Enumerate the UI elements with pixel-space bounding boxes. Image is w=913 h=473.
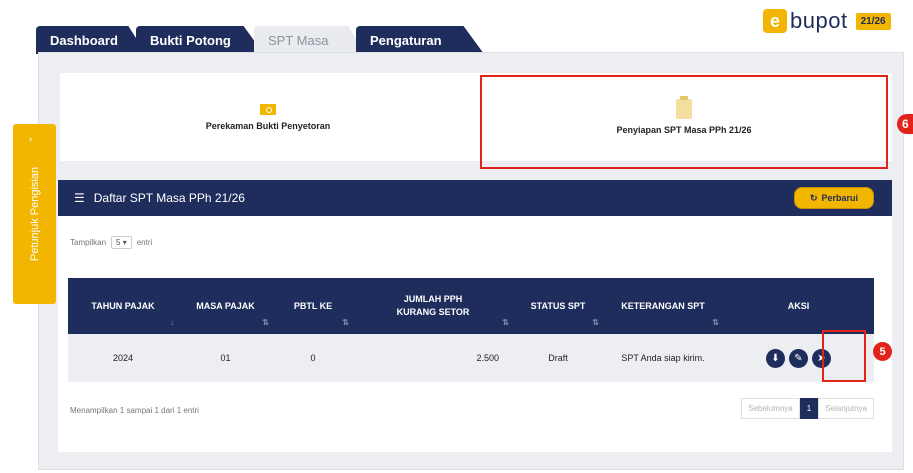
tab-spt-masa[interactable]: SPT Masa	[254, 26, 366, 54]
folder-icon	[260, 103, 276, 115]
table-row: 2024 01 0 2.500 Draft SPT Anda siap kiri…	[68, 334, 874, 382]
table-info: Menampilkan 1 sampai 1 dari 1 entri	[70, 406, 199, 415]
col-jumlah-pph[interactable]: JUMLAH PPH KURANG SETOR ⇅	[353, 278, 513, 334]
cell-pbtl-ke: 0	[310, 353, 316, 363]
show-suffix: entri	[136, 238, 153, 247]
app-logo: e bupot 21/26	[763, 8, 891, 34]
edit-button[interactable]: ✎	[789, 348, 808, 368]
side-tab-label: Petunjuk Pengisian	[28, 166, 41, 262]
logo-text: bupot	[790, 8, 848, 33]
list-title: Daftar SPT Masa PPh 21/26	[93, 191, 245, 205]
step-marker-5: 5	[873, 342, 892, 361]
table-header: TAHUN PAJAK ↓ MASA PAJAK ⇅ PBTL KE ⇅ JUMLAH…	[68, 278, 874, 334]
entries-length-control: Tampilkan 5 ▾ entri	[70, 236, 152, 249]
logo-badge: 21/26	[855, 12, 891, 30]
col-label: TAHUN PAJAK	[91, 300, 155, 311]
col-label: STATUS SPT	[530, 300, 586, 311]
sort-icon: ⇅	[262, 317, 269, 327]
col-label: PBTL KE	[293, 300, 333, 311]
cell-masa-pajak: 01	[220, 353, 231, 363]
cell-status-spt: Draft	[548, 353, 568, 363]
refresh-icon: ↻	[809, 192, 818, 203]
sort-icon: ↓	[170, 317, 174, 327]
col-label: MASA PAJAK	[196, 300, 255, 311]
sort-icon: ⇅	[592, 317, 599, 327]
pagination: Sebelumnya 1 Selanjutnya	[741, 398, 874, 419]
tab-dashboard[interactable]: Dashboard	[36, 26, 146, 54]
pager-next-button[interactable]: Selanjutnya	[818, 398, 874, 419]
col-keterangan-spt[interactable]: KETERANGAN SPT ⇅	[603, 278, 723, 334]
highlight-box-send	[822, 330, 866, 382]
sort-icon: ⇅	[502, 317, 509, 327]
card-title: Perekaman Bukti Penyetoran	[205, 120, 331, 131]
edit-icon: ✎	[794, 352, 803, 364]
col-label: AKSI	[787, 300, 810, 311]
step-marker-6: 6	[897, 114, 913, 134]
col-label: KETERANGAN SPT	[621, 300, 705, 311]
sort-icon: ⇅	[342, 317, 349, 327]
main-tabs: Dashboard Bukti Potong SPT Masa Pengatur…	[36, 24, 484, 54]
cell-tahun-pajak: 2024	[112, 353, 134, 363]
petunjuk-pengisian-tab[interactable]: › Petunjuk Pengisian	[13, 124, 56, 304]
cell-keterangan-spt: SPT Anda siap kirim.	[621, 353, 705, 363]
highlight-box-card	[480, 75, 888, 169]
download-button[interactable]: ⬇	[766, 348, 785, 368]
logo-mark: e	[763, 9, 787, 33]
col-pbtl-ke[interactable]: PBTL KE ⇅	[273, 278, 353, 334]
card-perekaman-bukti-penyetoran[interactable]: Perekaman Bukti Penyetoran	[60, 73, 476, 161]
chevron-right-icon: ›	[29, 134, 33, 145]
refresh-button[interactable]: ↻ Perbarui	[794, 187, 874, 209]
table-area: Tampilkan 5 ▾ entri TAHUN PAJAK ↓ MASA PA…	[58, 216, 892, 452]
show-prefix: Tampilkan	[70, 238, 107, 247]
col-status-spt[interactable]: STATUS SPT ⇅	[513, 278, 603, 334]
sort-icon: ⇅	[712, 317, 719, 327]
list-icon: ☰	[74, 191, 85, 205]
col-masa-pajak[interactable]: MASA PAJAK ⇅	[178, 278, 273, 334]
pager-prev-button[interactable]: Sebelumnya	[741, 398, 800, 419]
list-header: ☰ Daftar SPT Masa PPh 21/26 ↻ Perbarui	[58, 180, 892, 216]
refresh-label: Perbarui	[821, 193, 859, 203]
entries-select-value: 5	[116, 238, 121, 247]
col-tahun-pajak[interactable]: TAHUN PAJAK ↓	[68, 278, 178, 334]
cell-jumlah-pph: 2.500	[476, 353, 499, 363]
tab-pengaturan[interactable]: Pengaturan	[356, 26, 484, 54]
col-label: JUMLAH PPH KURANG SETOR	[396, 294, 470, 317]
download-icon: ⬇	[771, 352, 780, 364]
col-aksi: AKSI	[723, 278, 874, 334]
tab-bukti-potong[interactable]: Bukti Potong	[136, 26, 264, 54]
pager-current-page[interactable]: 1	[799, 398, 819, 419]
entries-select[interactable]: 5 ▾	[111, 236, 132, 249]
